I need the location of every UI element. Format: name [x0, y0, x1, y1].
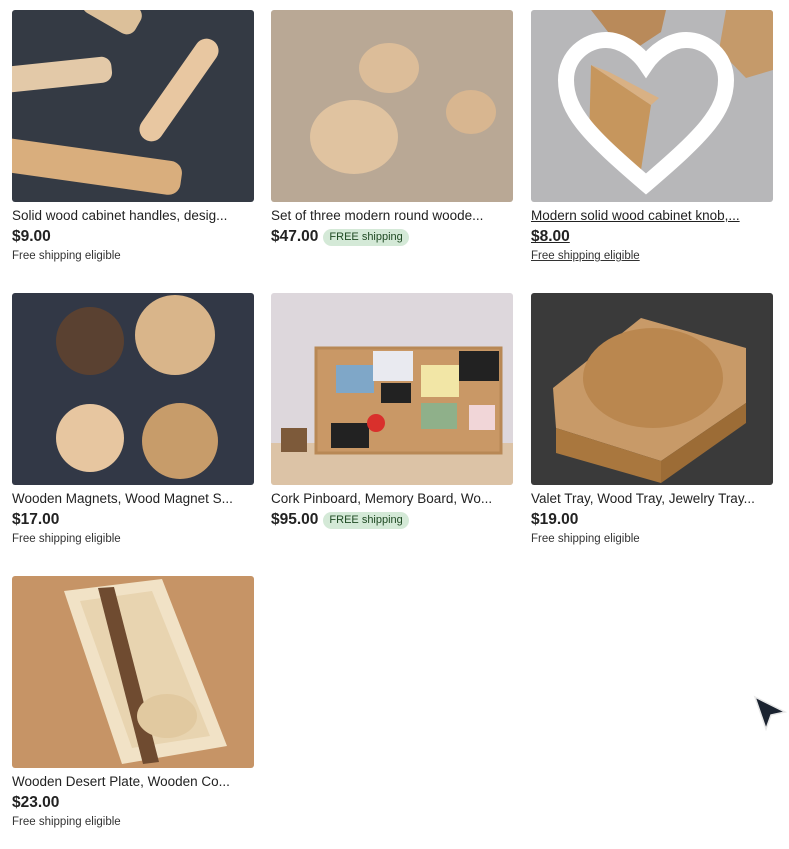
shipping-note: Free shipping eligible	[12, 250, 121, 262]
shipping-note: Free shipping eligible	[531, 533, 640, 545]
listing-price: $9.00	[12, 228, 51, 245]
listing-price: $47.00	[271, 228, 319, 245]
listing-title[interactable]: Modern solid wood cabinet knob,...	[531, 207, 773, 224]
listing-image-cabinet-handles[interactable]	[12, 10, 254, 202]
price-row: $8.00	[531, 226, 773, 248]
price-row: $17.00	[12, 509, 254, 531]
price-row: $19.00	[531, 509, 773, 531]
listing-card[interactable]: Set of three modern round woode... $47.0…	[271, 10, 513, 248]
shipping-note: Free shipping eligible	[12, 816, 121, 828]
price-row: $23.00	[12, 792, 254, 814]
listing-image-valet-tray[interactable]	[531, 293, 773, 485]
listing-price: $8.00	[531, 228, 570, 245]
heart-outline-icon[interactable]	[531, 16, 767, 202]
price-row: $9.00	[12, 226, 254, 248]
listing-card[interactable]: Cork Pinboard, Memory Board, Wo... $95.0…	[271, 293, 513, 531]
free-shipping-badge: FREE shipping	[323, 511, 409, 529]
listing-card[interactable]: Modern solid wood cabinet knob,... $8.00…	[531, 10, 773, 262]
listing-card[interactable]: Wooden Desert Plate, Wooden Co... $23.00…	[12, 576, 254, 828]
mouse-cursor-icon	[753, 695, 788, 732]
free-shipping-badge: FREE shipping	[323, 228, 409, 246]
listing-price: $17.00	[12, 511, 60, 528]
listing-image-wood-magnets[interactable]	[12, 293, 254, 485]
listing-title[interactable]: Solid wood cabinet handles, desig...	[12, 207, 254, 224]
listing-price: $19.00	[531, 511, 579, 528]
listing-price: $23.00	[12, 794, 60, 811]
listing-image-cube-knob[interactable]	[531, 10, 773, 202]
price-row: $47.00 FREE shipping	[271, 226, 513, 248]
listing-price: $95.00	[271, 511, 319, 528]
listing-title[interactable]: Set of three modern round woode...	[271, 207, 513, 224]
shipping-note: Free shipping eligible	[12, 533, 121, 545]
listing-image-round-knobs[interactable]	[271, 10, 513, 202]
shipping-note: Free shipping eligible	[531, 250, 640, 262]
listing-card[interactable]: Solid wood cabinet handles, desig... $9.…	[12, 10, 254, 262]
listing-title[interactable]: Wooden Magnets, Wood Magnet S...	[12, 490, 254, 507]
listing-title[interactable]: Cork Pinboard, Memory Board, Wo...	[271, 490, 513, 507]
listing-title[interactable]: Valet Tray, Wood Tray, Jewelry Tray...	[531, 490, 773, 507]
listing-card[interactable]: Wooden Magnets, Wood Magnet S... $17.00 …	[12, 293, 254, 545]
listing-title[interactable]: Wooden Desert Plate, Wooden Co...	[12, 773, 254, 790]
listing-image-dessert-plate[interactable]	[12, 576, 254, 768]
price-row: $95.00 FREE shipping	[271, 509, 513, 531]
listing-card[interactable]: Valet Tray, Wood Tray, Jewelry Tray... $…	[531, 293, 773, 545]
listing-image-cork-pinboard[interactable]	[271, 293, 513, 485]
